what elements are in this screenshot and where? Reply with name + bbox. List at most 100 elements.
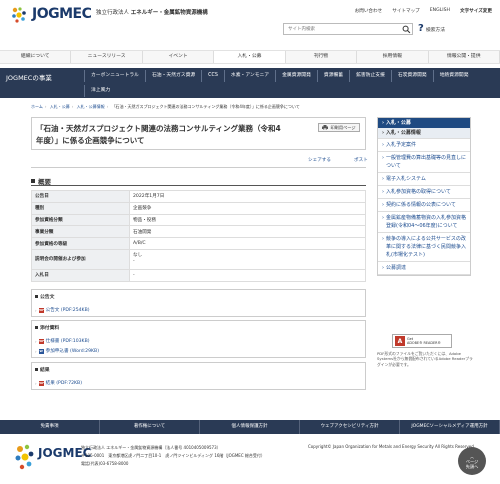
adobe-note: PDF形式のファイルをご覧いただくには、Adobe Systems社から無償配布… xyxy=(377,351,473,367)
adobe-reader-icon: A xyxy=(395,336,405,346)
biz-link-coal[interactable]: 石炭資源開発 xyxy=(390,70,433,82)
table-row: 参加資格の等級 A/B/C xyxy=(31,237,366,250)
word-icon: W xyxy=(38,348,44,354)
global-nav: 組織について ニュースリリース イベント 入札・公募 刊行物 採用情報 情報公開… xyxy=(0,50,500,64)
print-button[interactable]: 印刷用ページ xyxy=(318,123,360,132)
footer-phone-line: 電話(代表)03-6758-8000 xyxy=(81,461,129,466)
table-row: 公告日 2022年1月7日 xyxy=(31,190,366,203)
application-word-link[interactable]: › W 参加申込書 (Word:29KB) xyxy=(35,348,99,354)
post-link[interactable]: ポスト xyxy=(354,157,368,163)
sidebar-item-qualification[interactable]: › 入札参加資格の取得について xyxy=(378,186,470,199)
breadcrumb-separator: › xyxy=(106,104,109,109)
table-row: 入札日 - xyxy=(31,268,366,282)
biz-link-mine-pollution[interactable]: 鉱害防止支援 xyxy=(349,70,391,82)
sidebar-item-public-procurement[interactable]: › 公募調達 xyxy=(378,262,470,275)
biz-link-geothermal[interactable]: 地熱資源開発 xyxy=(432,70,475,82)
sidebar-item-e-bidding[interactable]: › 電子入札システム xyxy=(378,173,470,186)
breadcrumb-separator: › xyxy=(44,104,47,109)
site-logo[interactable]: JOGMEC xyxy=(10,6,96,24)
sidebar-item-upcoming[interactable]: › 入札予定案件 xyxy=(378,139,470,152)
row-key: 参加資格分類 xyxy=(31,213,130,227)
sidebar-item-market-test[interactable]: › 競争の導入による公共サービスの改革に関する法律に基づく民間競争入札(市場化テス… xyxy=(378,233,470,262)
footer-link-disclaimer[interactable]: 免責事項 xyxy=(0,420,100,434)
biz-link-offshore-wind[interactable]: 洋上風力 xyxy=(84,85,116,97)
share-link[interactable]: シェアする xyxy=(308,157,331,163)
gnav-publications[interactable]: 刊行物 xyxy=(286,51,358,63)
attachments-box: 添付資料 › PDF 仕様書 (PDF:103KB) › W 参加申込書 (Word:2… xyxy=(31,320,366,358)
logo-text: JOGMEC xyxy=(32,6,92,22)
adobe-reader-banner[interactable]: A Get ADOBE® READER® xyxy=(392,334,452,348)
contact-link[interactable]: お問い合わせ xyxy=(355,8,383,14)
page-title: 「石油・天然ガスプロジェクト関連の法務コンサルティング業務（令和4年度）」に係る… xyxy=(36,124,281,145)
row-key: 種別 xyxy=(31,201,130,215)
sidebar-subheading[interactable]: › 入札・公募情報 xyxy=(378,128,470,139)
sidebar-subheading-text: 入札・公募情報 xyxy=(385,130,421,136)
sidebar-item-label: 契約に係る情報の公表について xyxy=(386,202,456,208)
breadcrumb-procurement[interactable]: 入札・公募 xyxy=(50,104,70,109)
gnav-procurement[interactable]: 入札・公募 xyxy=(214,51,286,63)
arrow-right-icon: › xyxy=(35,307,37,313)
gnav-disclosure[interactable]: 情報公開・提供 xyxy=(429,51,500,63)
attachments-heading-text: 添付資料 xyxy=(40,326,60,331)
breadcrumb-separator: › xyxy=(71,104,74,109)
english-link[interactable]: ENGLISH xyxy=(430,8,450,14)
sidebar-item-label: 電子入札システム xyxy=(386,176,426,182)
table-row: 参加資格分類 物品・役務 xyxy=(31,213,366,227)
sidebar-heading-text: 入札・公募 xyxy=(385,120,411,126)
footer-link-privacy[interactable]: 個人情報保護方針 xyxy=(200,420,300,434)
sidebar-item-admin-cost[interactable]: › 一般管理費の算出基礎等の見直しについて xyxy=(378,152,470,173)
row-value: A/B/C xyxy=(129,237,366,250)
doc-label: 参加申込書 (Word:29KB) xyxy=(45,349,99,354)
gnav-about[interactable]: 組織について xyxy=(0,51,72,63)
footer-logo: JOGMEC xyxy=(14,442,91,478)
attachments-heading: 添付資料 xyxy=(35,324,59,331)
biz-link-hydrogen[interactable]: 水素・アンモニア xyxy=(223,70,275,82)
row-key: 事業分類 xyxy=(31,225,130,239)
row-value: 石油開発 xyxy=(129,225,366,239)
breadcrumb-procurement-info[interactable]: 入札・公募情報 xyxy=(77,104,105,109)
sidebar-heading[interactable]: › 入札・公募 xyxy=(378,118,470,128)
site-footer: JOGMEC 独立行政法人 エネルギー・金属鉱物資源機構（法人番号 401040… xyxy=(0,434,500,484)
gnav-events[interactable]: イベント xyxy=(143,51,215,63)
footer-link-social-media[interactable]: JOGMECソーシャルメディア運用方針 xyxy=(400,420,500,434)
biz-link-stockpile[interactable]: 資源備蓄 xyxy=(316,70,349,82)
gnav-news[interactable]: ニュースリリース xyxy=(71,51,143,63)
spec-pdf-link[interactable]: › PDF 仕様書 (PDF:103KB) xyxy=(35,338,90,344)
footer-link-copyright[interactable]: 著作権について xyxy=(100,420,200,434)
arrow-right-icon: › xyxy=(382,142,384,148)
row-key: 入札日 xyxy=(31,268,130,282)
page-top-button[interactable]: ︿ ページ 先頭へ xyxy=(458,447,486,475)
biz-link-carbon-neutral[interactable]: カーボンニュートラル xyxy=(84,70,145,82)
adobe-product-label: ADOBE® READER® xyxy=(407,341,441,345)
arrow-right-icon: › xyxy=(382,176,384,182)
footer-link-accessibility[interactable]: ウェブアクセシビリティ方針 xyxy=(300,420,400,434)
site-header: JOGMEC 独立行政法人 エネルギー・金属鉱物資源機構 お問い合わせ サイトマ… xyxy=(0,0,500,48)
sidebar: › 入札・公募 › 入札・公募情報 › 入札予定案件 › 一般管理費の算出基礎等の見… xyxy=(377,117,471,276)
sitemap-link[interactable]: サイトマップ xyxy=(392,8,420,14)
square-bullet-icon xyxy=(35,295,38,298)
sidebar-item-contract-info[interactable]: › 契約に係る情報の公表について xyxy=(378,199,470,212)
font-size-link[interactable]: 文字サイズ変更 xyxy=(460,8,492,14)
arrow-right-icon: › xyxy=(382,265,384,271)
sidebar-item-metal-stockpile[interactable]: › 金属鉱産物備蓄物資の入札参加資格登録(令和04～06年度)について xyxy=(378,212,470,233)
search-icon[interactable] xyxy=(402,25,411,34)
breadcrumb-home[interactable]: ホーム xyxy=(31,104,43,109)
results-pdf-link[interactable]: › PDF 結果 (PDF:72KB) xyxy=(35,380,82,386)
notice-pdf-link[interactable]: › PDF 公告文 (PDF:254KB) xyxy=(35,307,90,313)
sidebar-item-label: 一般管理費の算出基礎等の見直しについて xyxy=(386,155,467,169)
square-bullet-icon xyxy=(35,326,38,329)
business-links: カーボンニュートラル 石油・天然ガス資源 CCS 水素・アンモニア 金属資源開発… xyxy=(84,70,496,100)
biz-link-metals[interactable]: 金属資源開発 xyxy=(275,70,317,82)
biz-link-ccs[interactable]: CCS xyxy=(201,70,224,82)
search-help-label: 検索方法 xyxy=(425,27,446,33)
row-key: 参加資格の等級 xyxy=(31,237,130,250)
utility-links: お問い合わせ サイトマップ ENGLISH 文字サイズ変更 xyxy=(355,8,492,14)
sidebar-item-label: 金属鉱産物備蓄物資の入札参加資格登録(令和04～06年度)について xyxy=(386,215,467,229)
row-value: なし - xyxy=(129,248,366,270)
search-help-link[interactable]: ? 検索方法 xyxy=(418,24,445,34)
gnav-recruit[interactable]: 採用情報 xyxy=(357,51,429,63)
biz-link-oil-gas[interactable]: 石油・天然ガス資源 xyxy=(144,70,201,82)
search-input[interactable] xyxy=(284,24,394,34)
jogmec-logo-icon xyxy=(12,7,26,23)
results-heading-text: 結果 xyxy=(40,368,50,373)
